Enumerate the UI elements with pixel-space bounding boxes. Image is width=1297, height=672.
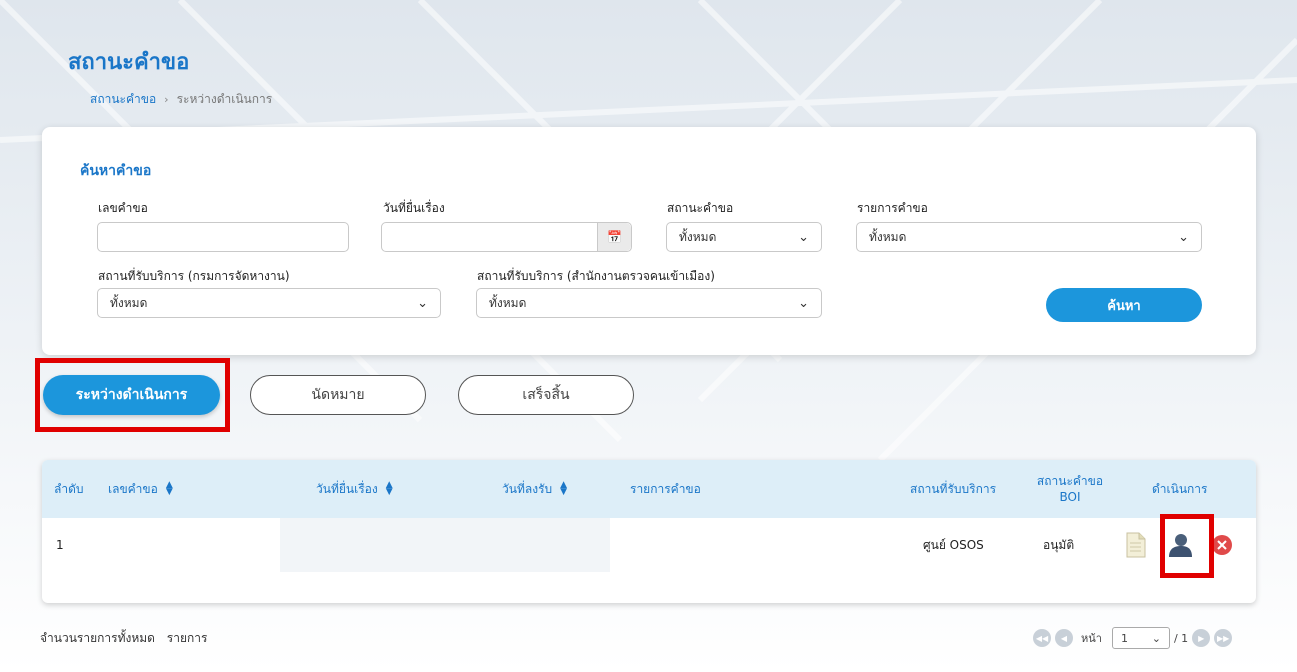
document-icon[interactable] xyxy=(1126,518,1146,572)
page-select-value: 1 xyxy=(1120,631,1128,645)
request-status-select[interactable]: ทั้งหมด ⌄ xyxy=(666,222,822,252)
column-header-boi-status-line1: สถานะคำขอ xyxy=(1036,474,1104,488)
column-header-boi-status-line2: BOI xyxy=(1059,490,1081,504)
pagination: ◀◀ ◀ หน้า 1 ⌄ / 1 ▶ ▶▶ xyxy=(1033,627,1233,649)
service-place-doe-select[interactable]: ทั้งหมด ⌄ xyxy=(97,288,441,318)
last-page-icon[interactable]: ▶▶ xyxy=(1214,629,1233,647)
search-panel-title: ค้นหาคำขอ xyxy=(80,163,152,179)
total-records-unit: รายการ xyxy=(166,631,208,645)
request-number-label: เลขคำขอ xyxy=(98,201,148,215)
table-header: ลำดับ เลขคำขอ ▲ ▼ วันที่ยื่นเรื่อง ▲ ▼ วัน… xyxy=(42,460,1256,518)
page-title: สถานะคำขอ xyxy=(68,50,190,75)
column-header-service-place: สถานที่รับบริการ xyxy=(910,481,997,496)
column-header-registered-date-label: วันที่ลงรับ xyxy=(502,481,553,496)
sort-icon[interactable]: ▲ ▼ xyxy=(166,481,173,497)
request-type-select[interactable]: ทั้งหมด ⌄ xyxy=(856,222,1202,252)
cell-service-place: ศูนย์ OSOS xyxy=(923,537,984,552)
chevron-down-icon: ⌄ xyxy=(1151,631,1161,645)
highlight-box xyxy=(1160,514,1214,578)
search-button[interactable]: ค้นหา xyxy=(1046,288,1202,322)
request-status-label: สถานะคำขอ xyxy=(667,201,734,215)
chevron-down-icon: ⌄ xyxy=(1178,229,1189,245)
cell-shade xyxy=(280,518,610,572)
page-label: หน้า xyxy=(1081,632,1102,645)
results-table: ลำดับ เลขคำขอ ▲ ▼ วันที่ยื่นเรื่อง ▲ ▼ วัน… xyxy=(42,460,1256,603)
column-header-request-no[interactable]: เลขคำขอ ▲ ▼ xyxy=(108,460,173,518)
service-place-imm-select[interactable]: ทั้งหมด ⌄ xyxy=(476,288,822,318)
breadcrumb-current: ระหว่างดำเนินการ xyxy=(176,92,273,106)
tab-in-progress[interactable]: ระหว่างดำเนินการ xyxy=(43,375,220,415)
breadcrumb-root-link[interactable]: สถานะคำขอ xyxy=(90,90,156,109)
request-number-input[interactable] xyxy=(97,222,349,252)
column-header-actions: ดำเนินการ xyxy=(1152,481,1208,496)
column-header-request-type: รายการคำขอ xyxy=(630,481,701,496)
next-page-icon[interactable]: ▶ xyxy=(1192,629,1211,647)
filed-date-label: วันที่ยื่นเรื่อง xyxy=(383,201,445,215)
filed-date-input[interactable]: 📅 xyxy=(381,222,632,252)
column-header-registered-date[interactable]: วันที่ลงรับ ▲ ▼ xyxy=(502,460,567,518)
column-header-index: ลำดับ xyxy=(54,481,84,496)
page-total: / 1 xyxy=(1173,631,1189,645)
cell-boi-status: อนุมัติ xyxy=(1043,537,1075,552)
first-page-icon[interactable]: ◀◀ xyxy=(1033,629,1051,647)
prev-page-icon[interactable]: ◀ xyxy=(1055,629,1073,647)
column-header-request-no-label: เลขคำขอ xyxy=(108,481,158,496)
total-records: จำนวนรายการทั้งหมด รายการ xyxy=(40,629,207,648)
sort-icon[interactable]: ▲ ▼ xyxy=(560,481,567,497)
request-status-value: ทั้งหมด xyxy=(679,229,717,244)
tab-appointment[interactable]: นัดหมาย xyxy=(250,375,426,415)
request-type-value: ทั้งหมด xyxy=(869,229,907,244)
calendar-icon[interactable]: 📅 xyxy=(597,223,631,251)
cell-index: 1 xyxy=(56,538,64,552)
request-type-label: รายการคำขอ xyxy=(857,201,928,215)
service-place-doe-value: ทั้งหมด xyxy=(110,295,148,310)
column-header-filed-date[interactable]: วันที่ยื่นเรื่อง ▲ ▼ xyxy=(316,460,393,518)
cancel-icon[interactable] xyxy=(1211,518,1233,572)
breadcrumb: สถานะคำขอ › ระหว่างดำเนินการ xyxy=(90,90,272,109)
column-header-filed-date-label: วันที่ยื่นเรื่อง xyxy=(316,481,378,496)
page-select[interactable]: 1 ⌄ xyxy=(1111,627,1170,649)
chevron-down-icon: ⌄ xyxy=(798,229,809,245)
column-header-boi-status: สถานะคำขอ BOI xyxy=(1022,460,1118,518)
service-place-imm-label: สถานที่รับบริการ (สำนักงานตรวจคนเข้าเมือ… xyxy=(477,269,715,283)
breadcrumb-separator: › xyxy=(164,93,169,106)
chevron-down-icon: ⌄ xyxy=(417,295,428,311)
sort-icon[interactable]: ▲ ▼ xyxy=(386,481,393,497)
service-place-doe-label: สถานที่รับบริการ (กรมการจัดหางาน) xyxy=(98,269,290,283)
table-row: 1 ศูนย์ OSOS อนุมัติ xyxy=(42,518,1256,572)
total-records-label: จำนวนรายการทั้งหมด xyxy=(40,631,155,645)
service-place-imm-value: ทั้งหมด xyxy=(489,295,527,310)
tab-completed[interactable]: เสร็จสิ้น xyxy=(458,375,634,415)
chevron-down-icon: ⌄ xyxy=(798,295,809,311)
